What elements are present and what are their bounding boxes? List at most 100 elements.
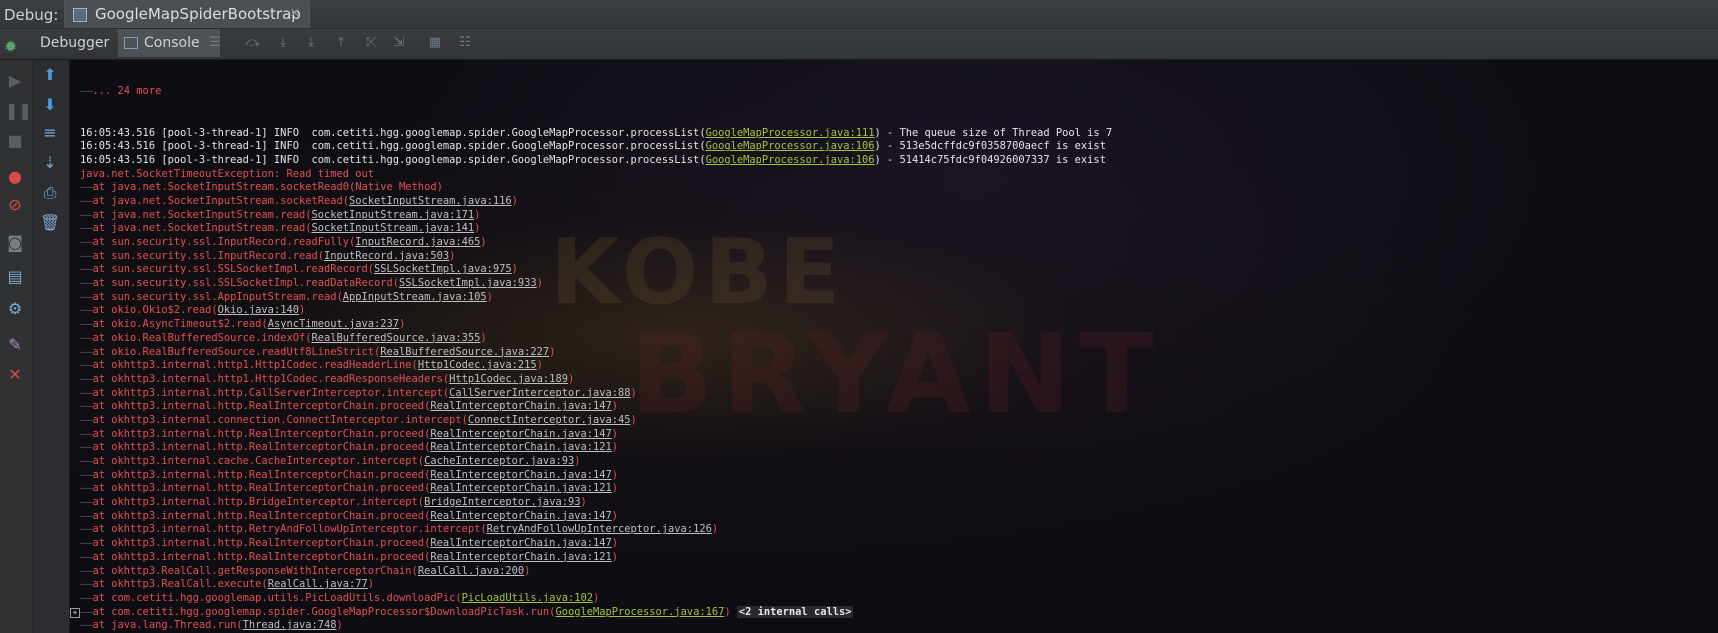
source-link[interactable]: PicLoadUtils.java:102 [462, 592, 593, 604]
stack-text: at okhttp3.internal.http1.Http1Codec.rea… [92, 372, 450, 385]
stack-frame: ——at okhttp3.internal.http.BridgeInterce… [70, 496, 1112, 510]
source-link[interactable]: InputRecord.java:503 [324, 250, 449, 262]
step-out-icon[interactable]: ⤒ [332, 35, 350, 51]
scroll-to-end-icon[interactable]: ⇣ [40, 154, 60, 172]
stack-text: at okio.RealBufferedSource.readUtf8LineS… [92, 345, 381, 358]
source-link[interactable]: Thread.java:748 [243, 619, 337, 631]
source-link[interactable]: RealBufferedSource.java:355 [311, 332, 480, 344]
source-link[interactable]: Http1Codec.java:215 [418, 359, 537, 371]
source-link[interactable]: RealBufferedSource.java:227 [380, 346, 549, 358]
trash-icon[interactable]: 🗑 [40, 214, 60, 232]
console-output[interactable]: KOBE BRYANT ——... 24 more 16:05:43.516 [… [70, 60, 1718, 633]
close-icon[interactable]: × [289, 5, 301, 21]
source-link[interactable]: RealInterceptorChain.java:147 [430, 510, 611, 522]
expand-icon[interactable]: + [70, 607, 80, 618]
down-arrow-icon[interactable]: ⬇ [40, 96, 60, 114]
log-line: 16:05:43.516 [pool-3-thread-1] INFO com.… [70, 127, 1112, 141]
stack-text: at okhttp3.internal.http.RealInterceptor… [92, 550, 431, 563]
stack-text: at java.lang.Thread.run( [92, 619, 243, 632]
source-link[interactable]: ConnectInterceptor.java:45 [468, 414, 631, 426]
stack-frame: ——at okhttp3.RealCall.execute(RealCall.j… [70, 578, 1112, 592]
source-link[interactable]: SSLSocketImpl.java:933 [399, 277, 537, 289]
source-link[interactable]: InputRecord.java:465 [355, 236, 480, 248]
stack-frame: ——at java.net.SocketInputStream.socketRe… [70, 181, 1112, 195]
stop-icon[interactable]: ■ [5, 132, 25, 150]
indent-arrow: —— [80, 277, 93, 290]
stack-text: ) [574, 455, 581, 467]
log-text: 16:05:43.516 [pool-3-thread-1] INFO com.… [80, 140, 706, 153]
pause-icon[interactable]: ❚❚ [5, 102, 32, 120]
stack-frame: + ——at com.cetiti.hgg.googlemap.spider.Go… [70, 605, 1112, 620]
stack-text: ) [480, 236, 487, 248]
tab-googlemapspiderbootstrap[interactable]: GoogleMapSpiderBootstrap × [64, 0, 310, 28]
stack-frame: ——at okhttp3.internal.http.RealIntercept… [70, 537, 1112, 551]
source-link[interactable]: Http1Codec.java:189 [449, 373, 568, 385]
source-link[interactable]: RealInterceptorChain.java:121 [430, 441, 611, 453]
source-link[interactable]: Okio.java:140 [218, 304, 299, 316]
tab-debugger[interactable]: Debugger [40, 29, 110, 57]
source-link[interactable]: GoogleMapProcessor.java:167 [555, 606, 724, 618]
evaluate-expression-icon[interactable]: ▦ [426, 35, 444, 51]
layout-icon[interactable]: ▤ [5, 268, 25, 286]
source-link[interactable]: CallServerInterceptor.java:88 [449, 387, 630, 399]
up-arrow-icon[interactable]: ⬆ [40, 66, 60, 84]
run-to-cursor-icon[interactable]: ⇲ [390, 35, 408, 51]
step-over-icon[interactable]: ⤼ [244, 35, 262, 51]
drop-frame-icon[interactable]: ⤪ [362, 35, 380, 51]
show-execution-point-icon[interactable]: ☰ [206, 35, 224, 51]
stack-frame: ——at okhttp3.RealCall.getResponseWithInt… [70, 565, 1112, 579]
source-link[interactable]: AsyncTimeout.java:237 [268, 318, 399, 330]
close-icon[interactable]: ✕ [5, 366, 25, 384]
stack-frame: ——at okio.RealBufferedSource.readUtf8Lin… [70, 346, 1112, 360]
source-link[interactable]: RealInterceptorChain.java:147 [430, 537, 611, 549]
source-link[interactable]: CacheInterceptor.java:93 [424, 455, 574, 467]
stack-text: at okhttp3.internal.http1.Http1Codec.rea… [92, 359, 418, 372]
stack-text: at okhttp3.internal.http.RealInterceptor… [92, 509, 431, 522]
mute-breakpoints-icon[interactable]: ⊘ [5, 196, 25, 214]
trace-icon[interactable]: ☷ [456, 35, 474, 51]
source-link[interactable]: RealInterceptorChain.java:147 [430, 400, 611, 412]
soft-wrap-icon[interactable]: ≡ [40, 124, 60, 142]
tab-console[interactable]: Console →* [118, 29, 220, 78]
more-line: ——... 24 more [80, 85, 162, 98]
force-step-into-icon[interactable]: ⤓ [302, 35, 320, 51]
source-link[interactable]: RealInterceptorChain.java:147 [430, 428, 611, 440]
stack-frame: ——at okhttp3.internal.http.RealIntercept… [70, 469, 1112, 483]
source-link[interactable]: RetryAndFollowUpInterceptor.java:126 [487, 523, 712, 535]
step-into-icon[interactable]: ⤓ [274, 35, 292, 51]
stack-frame: ——at okhttp3.internal.http1.Http1Codec.r… [70, 373, 1112, 387]
source-link[interactable]: RealInterceptorChain.java:121 [430, 482, 611, 494]
stack-text: at okio.AsyncTimeout$2.read( [92, 318, 268, 331]
console-icon [124, 37, 138, 49]
source-link[interactable]: GoogleMapProcessor.java:106 [706, 140, 875, 152]
view-breakpoints-icon[interactable]: ● [5, 168, 25, 186]
source-link[interactable]: RealCall.java:77 [268, 578, 368, 590]
gear-icon[interactable]: ⚙ [5, 300, 25, 318]
source-link[interactable]: SocketInputStream.java:141 [311, 222, 474, 234]
source-link[interactable]: GoogleMapProcessor.java:106 [706, 154, 875, 166]
pin-tab-icon[interactable]: ✎ [5, 336, 25, 354]
source-link[interactable]: BridgeInterceptor.java:93 [424, 496, 580, 508]
source-link[interactable]: SocketInputStream.java:171 [311, 209, 474, 221]
stack-text: at okhttp3.internal.http.RealInterceptor… [92, 441, 431, 454]
source-link[interactable]: AppInputStream.java:105 [343, 291, 487, 303]
stack-frame: ——at java.net.SocketInputStream.read(Soc… [70, 222, 1112, 236]
stack-frame: ——at okio.RealBufferedSource.indexOf(Rea… [70, 332, 1112, 346]
source-link[interactable]: SSLSocketImpl.java:975 [374, 263, 512, 275]
stack-text: at okio.RealBufferedSource.indexOf( [92, 331, 312, 344]
internal-calls-fold[interactable]: <2 internal calls> [736, 605, 854, 618]
print-icon[interactable]: ⎙ [40, 184, 60, 202]
camera-icon[interactable]: ◙ [5, 234, 25, 252]
tab-debugger-label: Debugger [40, 35, 110, 51]
source-link[interactable]: RealInterceptorChain.java:147 [430, 469, 611, 481]
log-text: ) - The queue size of Thread Pool is 7 [874, 126, 1113, 139]
source-link[interactable]: RealCall.java:200 [418, 565, 524, 577]
stack-frame: ——at okhttp3.internal.http.RealIntercept… [70, 428, 1112, 442]
source-link[interactable]: GoogleMapProcessor.java:111 [706, 127, 875, 139]
source-link[interactable]: SocketInputStream.java:116 [349, 195, 512, 207]
stack-frame: ——at sun.security.ssl.SSLSocketImpl.read… [70, 277, 1112, 291]
rerun-icon[interactable]: ▶ [5, 72, 25, 90]
indent-arrow: —— [80, 605, 93, 618]
tab-title: GoogleMapSpiderBootstrap [95, 5, 301, 23]
source-link[interactable]: RealInterceptorChain.java:121 [430, 551, 611, 563]
